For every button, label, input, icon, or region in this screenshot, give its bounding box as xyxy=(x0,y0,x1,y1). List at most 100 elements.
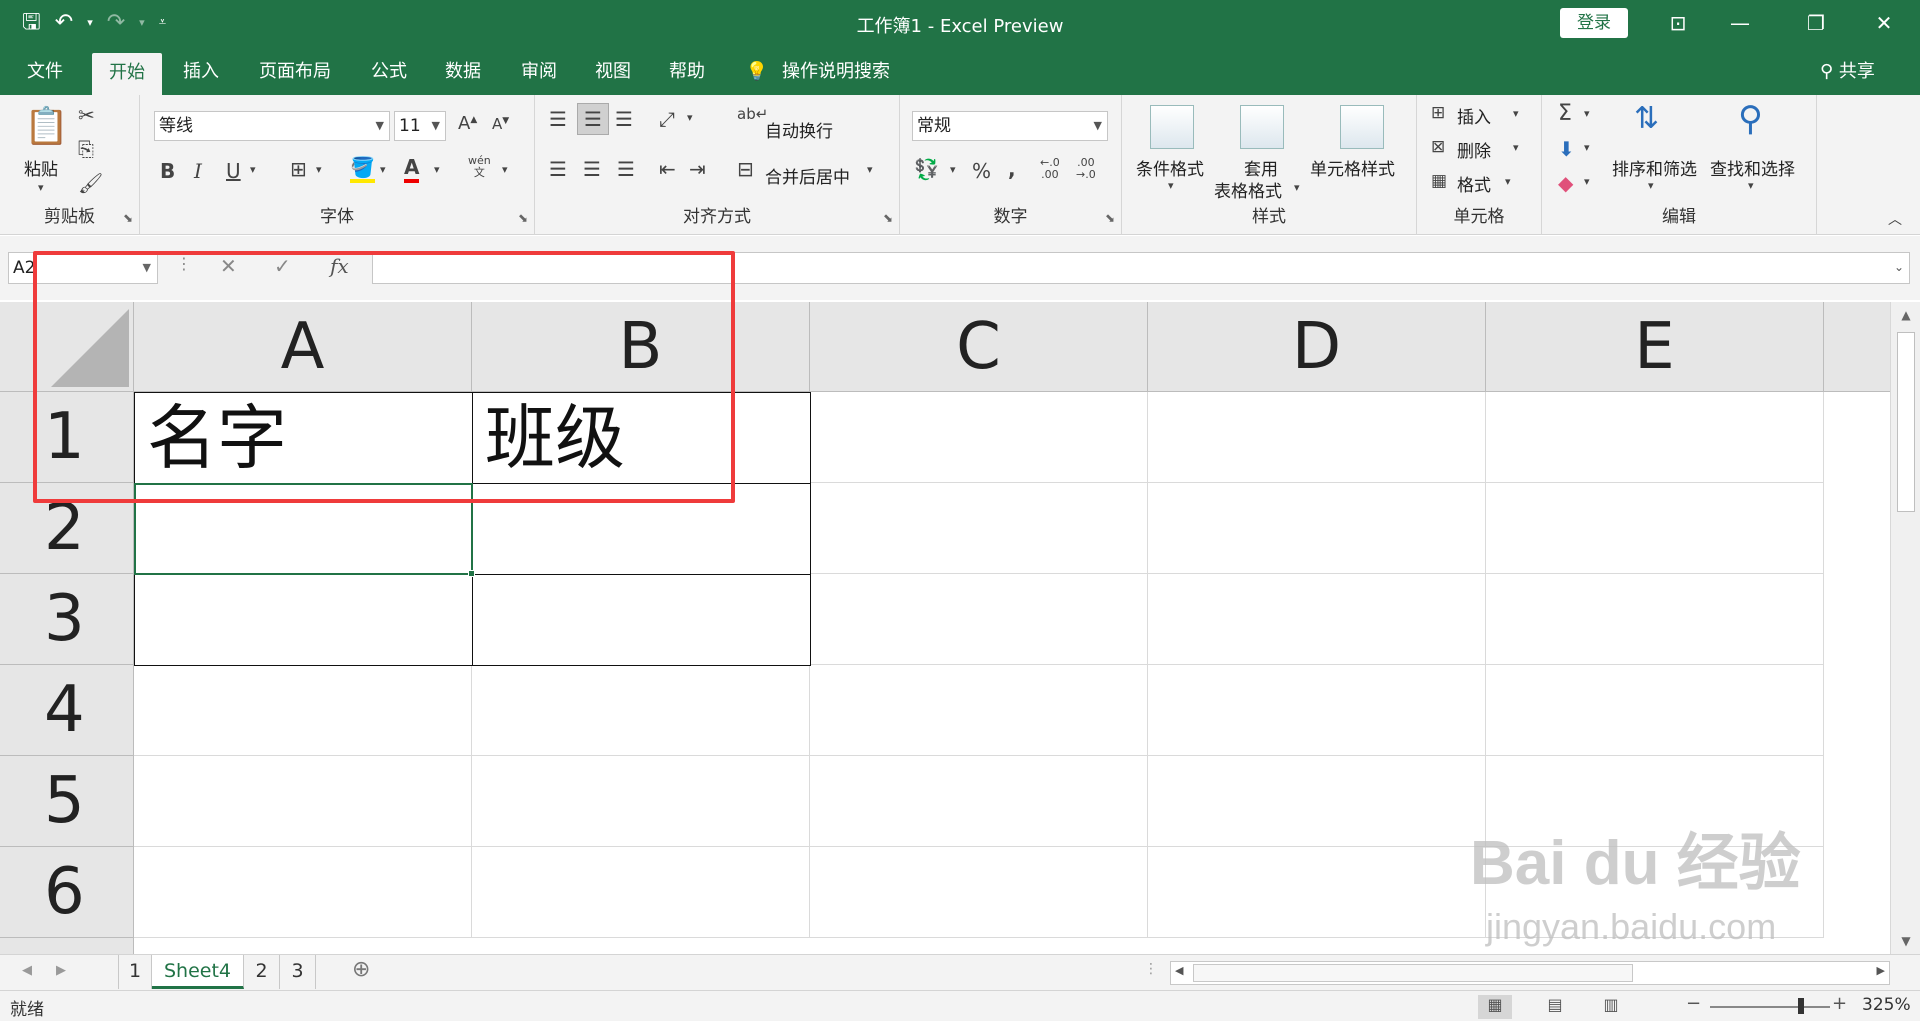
cell-e3[interactable] xyxy=(1486,574,1824,665)
table-format-dropdown-icon[interactable]: ▾ xyxy=(1294,181,1300,194)
merge-center-button[interactable]: 合并后居中 xyxy=(765,163,850,188)
column-header-c[interactable]: C xyxy=(810,302,1148,392)
row-header-3[interactable]: 3 xyxy=(0,574,134,665)
format-cells-button[interactable]: 格式 xyxy=(1457,171,1491,196)
fill-icon[interactable]: ⬇ xyxy=(1558,137,1575,161)
new-sheet-icon[interactable]: ⊕ xyxy=(352,957,370,982)
cell-a4[interactable] xyxy=(134,665,472,756)
zoom-slider-knob[interactable] xyxy=(1798,998,1804,1014)
enter-entry-icon[interactable]: ✓ xyxy=(274,254,291,278)
cell-e4[interactable] xyxy=(1486,665,1824,756)
vertical-scroll-thumb[interactable] xyxy=(1897,332,1915,512)
align-right-icon[interactable]: ☰ xyxy=(617,157,635,181)
zoom-in-icon[interactable]: + xyxy=(1832,993,1847,1014)
sheet-prev-icon[interactable]: ◀ xyxy=(22,963,32,978)
format-dropdown-icon[interactable]: ▾ xyxy=(1505,175,1511,188)
paste-dropdown-icon[interactable]: ▾ xyxy=(38,181,44,194)
fill-dropdown-icon[interactable]: ▾ xyxy=(1584,141,1590,154)
scroll-down-icon[interactable]: ▼ xyxy=(1891,934,1920,948)
tab-review[interactable]: 审阅 xyxy=(508,47,570,95)
find-select-dropdown-icon[interactable]: ▾ xyxy=(1748,179,1754,192)
cell-c5[interactable] xyxy=(810,756,1148,847)
cell-e2[interactable] xyxy=(1486,483,1824,574)
sort-filter-dropdown-icon[interactable]: ▾ xyxy=(1648,179,1654,192)
sheet-tab-2[interactable]: 2 xyxy=(244,955,280,989)
cell-c6[interactable] xyxy=(810,847,1148,938)
cell-a5[interactable] xyxy=(134,756,472,847)
cell-d6[interactable] xyxy=(1148,847,1486,938)
horizontal-scrollbar[interactable]: ◀ ▶ xyxy=(1170,961,1890,985)
scroll-left-icon[interactable]: ◀ xyxy=(1175,964,1183,977)
cell-b1[interactable]: 班级 xyxy=(472,392,811,484)
paste-button[interactable]: 粘贴 xyxy=(24,155,58,180)
tab-file[interactable]: 文件 xyxy=(14,47,76,95)
cell-a6[interactable] xyxy=(134,847,472,938)
font-launcher-icon[interactable]: ⬊ xyxy=(518,211,528,225)
number-format-select[interactable]: 常规 ▼ xyxy=(912,111,1108,141)
increase-indent-icon[interactable]: ⇥ xyxy=(689,157,706,181)
conditional-dropdown-icon[interactable]: ▾ xyxy=(1168,179,1174,192)
formula-input[interactable] xyxy=(372,252,1910,284)
italic-button[interactable]: I xyxy=(194,159,202,183)
normal-view-icon[interactable]: ▦ xyxy=(1478,995,1512,1019)
cell-d4[interactable] xyxy=(1148,665,1486,756)
cell-c4[interactable] xyxy=(810,665,1148,756)
font-name-select[interactable]: 等线 ▼ xyxy=(154,111,390,141)
fill-color-icon[interactable]: 🪣 xyxy=(350,155,375,183)
align-top-icon[interactable]: ☰ xyxy=(549,107,567,131)
paste-icon[interactable]: 📋 xyxy=(24,105,69,147)
underline-button[interactable]: U xyxy=(226,159,241,183)
copy-icon[interactable]: ⎘ xyxy=(78,137,94,161)
column-header-b[interactable]: B xyxy=(472,302,810,392)
clear-dropdown-icon[interactable]: ▾ xyxy=(1584,175,1590,188)
cell-a1[interactable]: 名字 xyxy=(134,392,473,484)
zoom-out-icon[interactable]: − xyxy=(1686,993,1701,1014)
tab-formulas[interactable]: 公式 xyxy=(358,47,420,95)
scroll-up-icon[interactable]: ▲ xyxy=(1891,308,1920,322)
bold-button[interactable]: B xyxy=(160,159,175,183)
phonetic-guide-icon[interactable]: wén 文 xyxy=(468,155,491,179)
horizontal-scroll-thumb[interactable] xyxy=(1193,964,1633,982)
cell-c3[interactable] xyxy=(810,574,1148,665)
row-header-5[interactable]: 5 xyxy=(0,756,134,847)
cell-d1[interactable] xyxy=(1148,392,1486,483)
orientation-dropdown-icon[interactable]: ▾ xyxy=(687,111,693,124)
row-header-1[interactable]: 1 xyxy=(0,392,134,483)
select-all-button[interactable] xyxy=(0,302,134,392)
zoom-slider[interactable] xyxy=(1710,1006,1830,1008)
find-select-button[interactable]: 查找和选择 xyxy=(1710,155,1795,180)
cell-b5[interactable] xyxy=(472,756,810,847)
cell-c2[interactable] xyxy=(810,483,1148,574)
tab-page-layout[interactable]: 页面布局 xyxy=(248,47,342,95)
insert-function-button[interactable]: fx xyxy=(330,254,349,278)
format-as-table-line2[interactable]: 表格格式 xyxy=(1214,177,1282,202)
accounting-format-icon[interactable]: 💱 xyxy=(914,157,939,181)
align-center-icon[interactable]: ☰ xyxy=(583,157,601,181)
tab-help[interactable]: 帮助 xyxy=(656,47,718,95)
insert-cells-button[interactable]: 插入 xyxy=(1457,103,1491,128)
sheet-tab-1[interactable]: 1 xyxy=(118,955,152,989)
font-size-select[interactable]: 11 ▼ xyxy=(394,111,446,141)
number-launcher-icon[interactable]: ⬊ xyxy=(1105,211,1115,225)
decrease-decimal-button[interactable]: .00 →.0 xyxy=(1076,157,1096,181)
vertical-scrollbar[interactable]: ▲ ▼ xyxy=(1890,302,1920,954)
autosum-icon[interactable]: Σ xyxy=(1558,101,1572,126)
row-header-7[interactable] xyxy=(0,938,134,954)
sheet-next-icon[interactable]: ▶ xyxy=(56,963,66,978)
cell-d5[interactable] xyxy=(1148,756,1486,847)
borders-icon[interactable]: ⊞ xyxy=(290,157,307,181)
cell-e1[interactable] xyxy=(1486,392,1824,483)
cut-icon[interactable]: ✂ xyxy=(78,103,95,127)
row-header-4[interactable]: 4 xyxy=(0,665,134,756)
autosum-dropdown-icon[interactable]: ▾ xyxy=(1584,107,1590,120)
cell-b3[interactable] xyxy=(472,574,811,666)
underline-dropdown-icon[interactable]: ▾ xyxy=(250,163,256,176)
collapse-ribbon-icon[interactable]: ︿ xyxy=(1888,209,1902,229)
split-handle-icon[interactable]: ⋮ xyxy=(1144,961,1158,977)
zoom-level[interactable]: 325% xyxy=(1862,995,1911,1015)
cancel-entry-icon[interactable]: ✕ xyxy=(220,254,237,278)
insert-dropdown-icon[interactable]: ▾ xyxy=(1513,107,1519,120)
accounting-dropdown-icon[interactable]: ▾ xyxy=(950,163,956,176)
conditional-format-button[interactable]: 条件格式 xyxy=(1136,155,1204,180)
increase-font-icon[interactable]: A▲ xyxy=(458,113,477,134)
